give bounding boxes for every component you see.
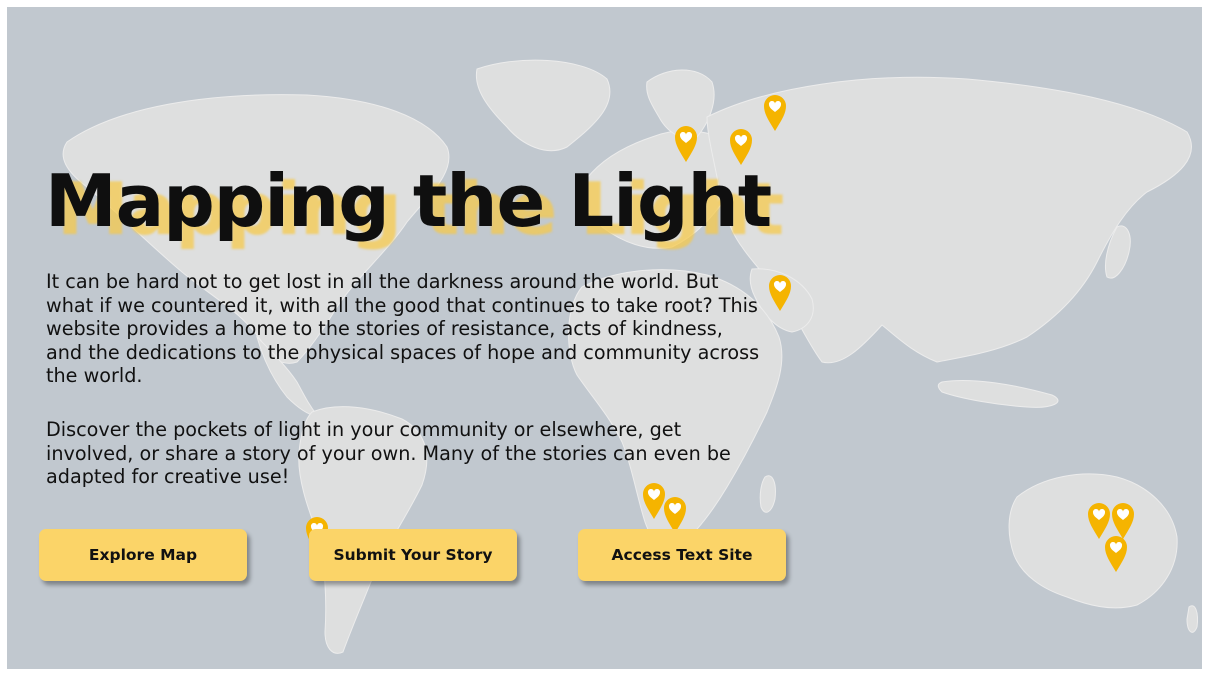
heart-map-pin-icon[interactable] <box>768 274 792 312</box>
greenland-land <box>475 59 611 152</box>
submit-story-label: Submit Your Story <box>333 546 493 564</box>
australia-land <box>1008 473 1178 609</box>
page-title: Mapping the Light <box>45 159 772 243</box>
explore-map-label: Explore Map <box>88 546 198 564</box>
new-zealand-land <box>1186 605 1198 633</box>
call-to-action-paragraph: Discover the pockets of light in your co… <box>46 418 731 488</box>
indonesia-land <box>937 379 1059 408</box>
hero-section: Mapping the Light It can be hard not to … <box>7 7 1202 669</box>
title-block: Mapping the Light <box>45 159 772 243</box>
madagascar-land <box>759 475 776 513</box>
heart-map-pin-icon[interactable] <box>674 125 698 163</box>
explore-map-button[interactable]: Explore Map <box>39 529 247 581</box>
heart-map-pin-icon[interactable] <box>1104 535 1128 573</box>
submit-story-button[interactable]: Submit Your Story <box>309 529 517 581</box>
intro-paragraph: It can be hard not to get lost in all th… <box>46 270 760 387</box>
heart-map-pin-icon[interactable] <box>763 94 787 132</box>
access-text-site-button[interactable]: Access Text Site <box>578 529 786 581</box>
access-text-site-label: Access Text Site <box>611 546 753 564</box>
